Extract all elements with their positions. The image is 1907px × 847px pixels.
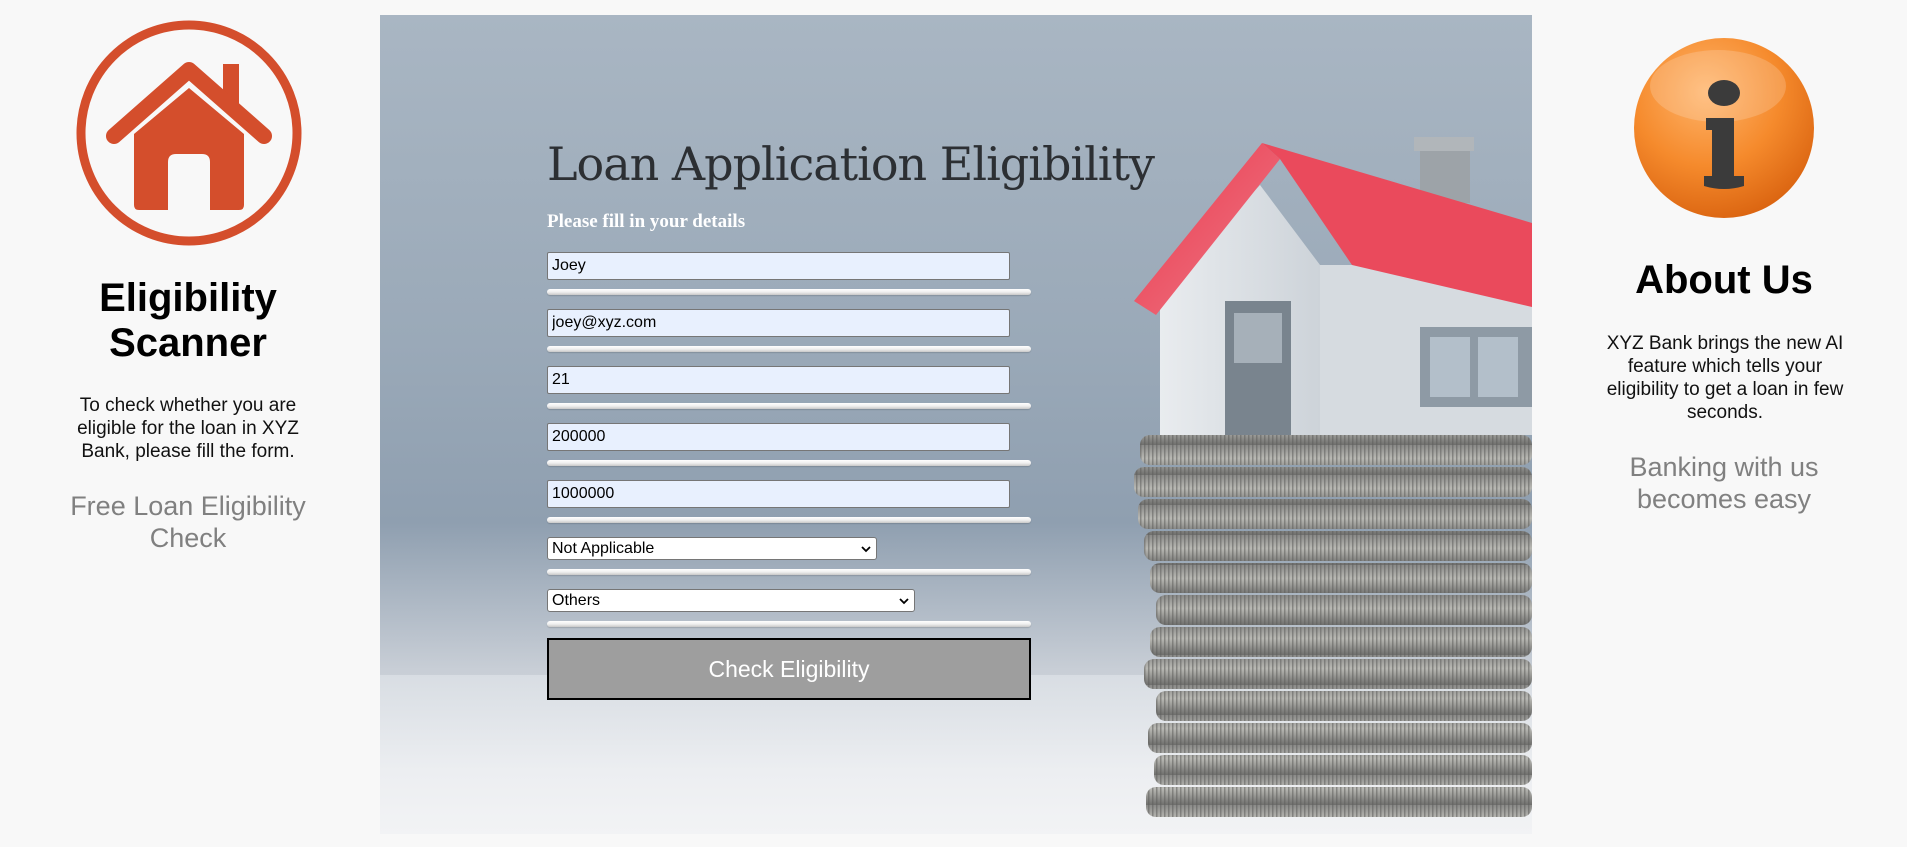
divider bbox=[547, 289, 1031, 295]
marital-status-select[interactable]: Not Applicable bbox=[547, 537, 877, 560]
chevron-down-icon bbox=[899, 597, 909, 604]
house-icon bbox=[76, 20, 302, 246]
about-tagline: Banking with us becomes easy bbox=[1629, 452, 1819, 514]
info-icon bbox=[1634, 38, 1814, 218]
purpose-row: Others bbox=[547, 589, 1031, 627]
form-title: Loan Application Eligibility bbox=[547, 137, 1155, 191]
loan-purpose-select[interactable]: Others bbox=[547, 589, 915, 612]
site-description: To check whether you are eligible for th… bbox=[77, 395, 299, 462]
site-title: Eligibility Scanner bbox=[99, 276, 277, 365]
check-eligibility-button[interactable]: Check Eligibility bbox=[547, 638, 1031, 700]
email-input[interactable] bbox=[547, 309, 1010, 337]
marital-row: Not Applicable bbox=[547, 537, 1031, 575]
income-row bbox=[547, 423, 1031, 466]
form-panel: Loan Application Eligibility Please fill… bbox=[380, 15, 1532, 834]
site-tagline: Free Loan Eligibility Check bbox=[70, 491, 306, 553]
right-panel: About Us XYZ Bank brings the new AI feat… bbox=[1532, 0, 1907, 847]
about-title: About Us bbox=[1635, 258, 1813, 302]
left-panel: Eligibility Scanner To check whether you… bbox=[0, 0, 376, 847]
divider bbox=[547, 517, 1031, 523]
marital-status-value: Not Applicable bbox=[552, 539, 655, 557]
divider bbox=[547, 460, 1031, 466]
name-row bbox=[547, 252, 1031, 295]
name-input[interactable] bbox=[547, 252, 1010, 280]
house-on-coins-illustration bbox=[1134, 137, 1532, 817]
age-row bbox=[547, 366, 1031, 409]
income-input[interactable] bbox=[547, 423, 1010, 451]
divider bbox=[547, 569, 1031, 575]
loan-purpose-value: Others bbox=[552, 591, 601, 609]
about-description: XYZ Bank brings the new AI feature which… bbox=[1606, 333, 1844, 423]
divider bbox=[547, 621, 1031, 627]
divider bbox=[547, 403, 1031, 409]
loan-amount-input[interactable] bbox=[547, 480, 1010, 508]
email-row bbox=[547, 309, 1031, 352]
form-subtitle: Please fill in your details bbox=[547, 211, 746, 232]
eligibility-form: Loan Application Eligibility Please fill… bbox=[547, 135, 1155, 700]
chevron-down-icon bbox=[861, 545, 871, 552]
divider bbox=[547, 346, 1031, 352]
loan-amount-row bbox=[547, 480, 1031, 523]
age-input[interactable] bbox=[547, 366, 1010, 394]
